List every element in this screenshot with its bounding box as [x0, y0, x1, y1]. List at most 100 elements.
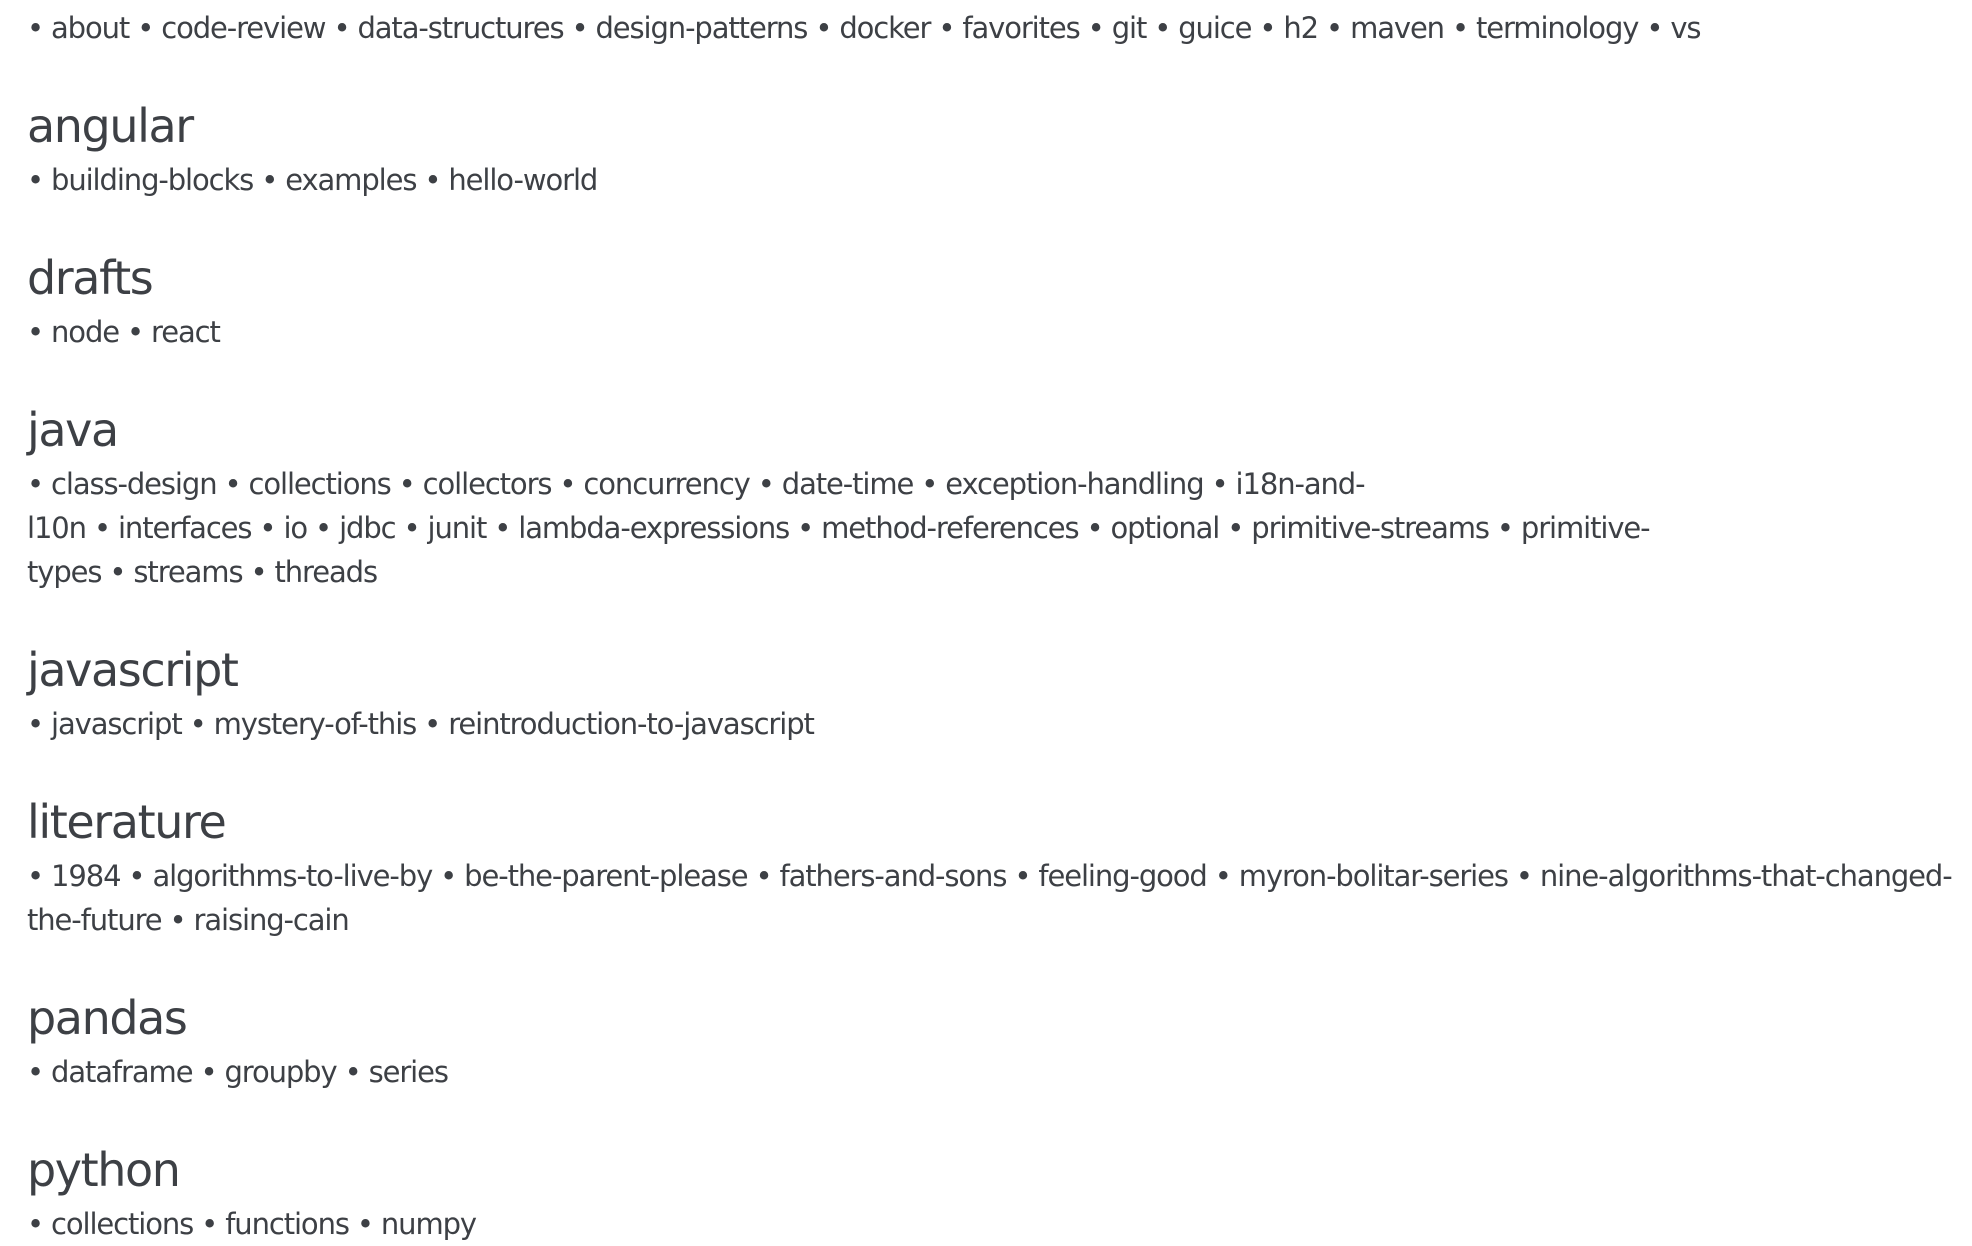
section-tag-list: • node • react — [27, 310, 1967, 354]
tag-link-exception-handling[interactable]: exception-handling — [945, 467, 1204, 501]
tag-link-feeling-good[interactable]: feeling-good — [1038, 859, 1207, 893]
bullet-icon: • — [757, 467, 775, 501]
tag-item: • streams — [109, 555, 250, 589]
bullet-icon: • — [1214, 859, 1232, 893]
bullet-icon: • — [559, 467, 576, 501]
tag-item: • method-references — [797, 511, 1086, 545]
bullet-icon: • — [27, 11, 44, 45]
section-javascript: javascript • javascript • mystery-of-this • re… — [27, 638, 1972, 746]
tag-item: • feeling-good — [1014, 859, 1214, 893]
tag-item: • vs — [1646, 11, 1708, 45]
bullet-icon: • — [1154, 11, 1171, 45]
section-heading: pandas — [27, 991, 188, 1045]
section-heading: java — [27, 403, 119, 457]
tag-link-fathers-and-sons[interactable]: fathers-and-sons — [780, 859, 1008, 893]
bullet-icon: • — [1259, 11, 1276, 45]
tag-link-streams[interactable]: streams — [133, 555, 243, 589]
tag-link-io[interactable]: io — [283, 511, 308, 545]
tag-item: • exception-handling — [921, 467, 1211, 501]
tag-link-raising-cain[interactable]: raising-cain — [194, 903, 350, 937]
tag-link-collections[interactable]: collections — [249, 467, 392, 501]
tag-item: • terminology — [1452, 11, 1646, 45]
tag-link-node[interactable]: node — [51, 315, 120, 349]
tag-link-be-the-parent-please[interactable]: be-the-parent-please — [464, 859, 748, 893]
tag-item: • io — [259, 511, 315, 545]
tag-link-vs[interactable]: vs — [1670, 11, 1701, 45]
tag-link-groupby[interactable]: groupby — [224, 1055, 337, 1089]
bullet-icon: • — [571, 11, 588, 45]
tag-link-series[interactable]: series — [369, 1055, 449, 1089]
tag-item: • about — [27, 11, 137, 45]
tag-link-about[interactable]: about — [51, 11, 130, 45]
bullet-icon: • — [1326, 11, 1343, 45]
tag-link-method-references[interactable]: method-references — [821, 511, 1079, 545]
bullet-icon: • — [200, 1055, 217, 1089]
tag-link-favorites[interactable]: favorites — [962, 11, 1080, 45]
tag-item: • series — [345, 1055, 456, 1089]
tag-link-interfaces[interactable]: interfaces — [118, 511, 253, 545]
tag-item: • code-review — [137, 11, 333, 45]
tag-item: • maven — [1326, 11, 1452, 45]
tag-link-collectors[interactable]: collectors — [423, 467, 553, 501]
tag-link-jdbc[interactable]: jdbc — [339, 511, 397, 545]
tag-link-lambda-expressions[interactable]: lambda-expressions — [518, 511, 790, 545]
bullet-icon: • — [261, 163, 278, 197]
tag-link-examples[interactable]: examples — [285, 163, 417, 197]
tag-link-code-review[interactable]: code-review — [161, 11, 326, 45]
bullet-icon: • — [259, 511, 276, 545]
tag-link-guice[interactable]: guice — [1178, 11, 1252, 45]
bullet-icon: • — [797, 511, 814, 545]
tag-link-h2[interactable]: h2 — [1283, 11, 1319, 45]
section-heading: drafts — [27, 251, 154, 305]
bullet-icon: • — [1086, 511, 1104, 545]
tag-link-git[interactable]: git — [1112, 11, 1148, 45]
bullet-icon: • — [1087, 11, 1105, 45]
section-java: java • class-design • collections • collectors… — [27, 398, 1972, 594]
section-heading: literature — [27, 795, 227, 849]
tag-link-reintroduction-to-javascript[interactable]: reintroduction-to-javascript — [448, 707, 815, 741]
tag-link-threads[interactable]: threads — [274, 555, 378, 589]
tag-link-data-structures[interactable]: data-structures — [357, 11, 564, 45]
bullet-icon: • — [137, 11, 154, 45]
section-tag-list: • class-design • collections • collectors • con… — [27, 462, 1967, 594]
bullet-icon: • — [128, 859, 145, 893]
section-tag-list: • building-blocks • examples • hello-world — [27, 158, 1967, 202]
section-angular: angular • building-blocks • examples • hello-w… — [27, 94, 1972, 202]
tag-item: • 1984 — [27, 859, 128, 893]
tag-link-react[interactable]: react — [151, 315, 221, 349]
tag-link-terminology[interactable]: terminology — [1476, 11, 1639, 45]
tag-link-mystery-of-this[interactable]: mystery-of-this — [214, 707, 418, 741]
bullet-icon: • — [398, 467, 416, 501]
bullet-icon: • — [921, 467, 938, 501]
tag-link-design-patterns[interactable]: design-patterns — [595, 11, 808, 45]
tag-link-docker[interactable]: docker — [839, 11, 931, 45]
bullet-icon: • — [440, 859, 457, 893]
tag-link-concurrency[interactable]: concurrency — [583, 467, 750, 501]
section-literature: literature • 1984 • algorithms-to-live-by • be… — [27, 790, 1972, 942]
tag-item: • be-the-parent-please — [440, 859, 755, 893]
tag-item: • threads — [250, 555, 384, 589]
tag-link-class-design[interactable]: class-design — [51, 467, 218, 501]
tag-link-javascript[interactable]: javascript — [51, 707, 183, 741]
tag-link-optional[interactable]: optional — [1111, 511, 1221, 545]
bullet-icon: • — [1515, 859, 1533, 893]
bullet-icon: • — [403, 511, 420, 545]
root-tag-list: • about • code-review • data-structures • desig… — [27, 6, 1967, 50]
tag-item: • design-patterns — [571, 11, 815, 45]
section-tag-list: • javascript • mystery-of-this • reintroducti… — [27, 702, 1967, 746]
section-tag-list: • 1984 • algorithms-to-live-by • be-the-paren… — [27, 854, 1967, 942]
section-python: python • collections • functions • numpy — [27, 1138, 1972, 1246]
tag-link-1984[interactable]: 1984 — [51, 859, 122, 893]
tag-item: • collectors — [399, 467, 560, 501]
tag-link-primitive-streams[interactable]: primitive-streams — [1251, 511, 1490, 545]
tag-link-algorithms-to-live-by[interactable]: algorithms-to-live-by — [152, 859, 433, 893]
tag-link-maven[interactable]: maven — [1350, 11, 1445, 45]
bullet-icon: • — [27, 1055, 44, 1089]
tag-link-junit[interactable]: junit — [428, 511, 488, 545]
tag-link-date-time[interactable]: date-time — [782, 467, 915, 501]
tag-item: • raising-cain — [170, 903, 357, 937]
tag-link-myron-bolitar-series[interactable]: myron-bolitar-series — [1239, 859, 1509, 893]
tag-link-dataframe[interactable]: dataframe — [51, 1055, 194, 1089]
tag-link-hello-world[interactable]: hello-world — [448, 163, 598, 197]
tag-link-building-blocks[interactable]: building-blocks — [51, 163, 254, 197]
